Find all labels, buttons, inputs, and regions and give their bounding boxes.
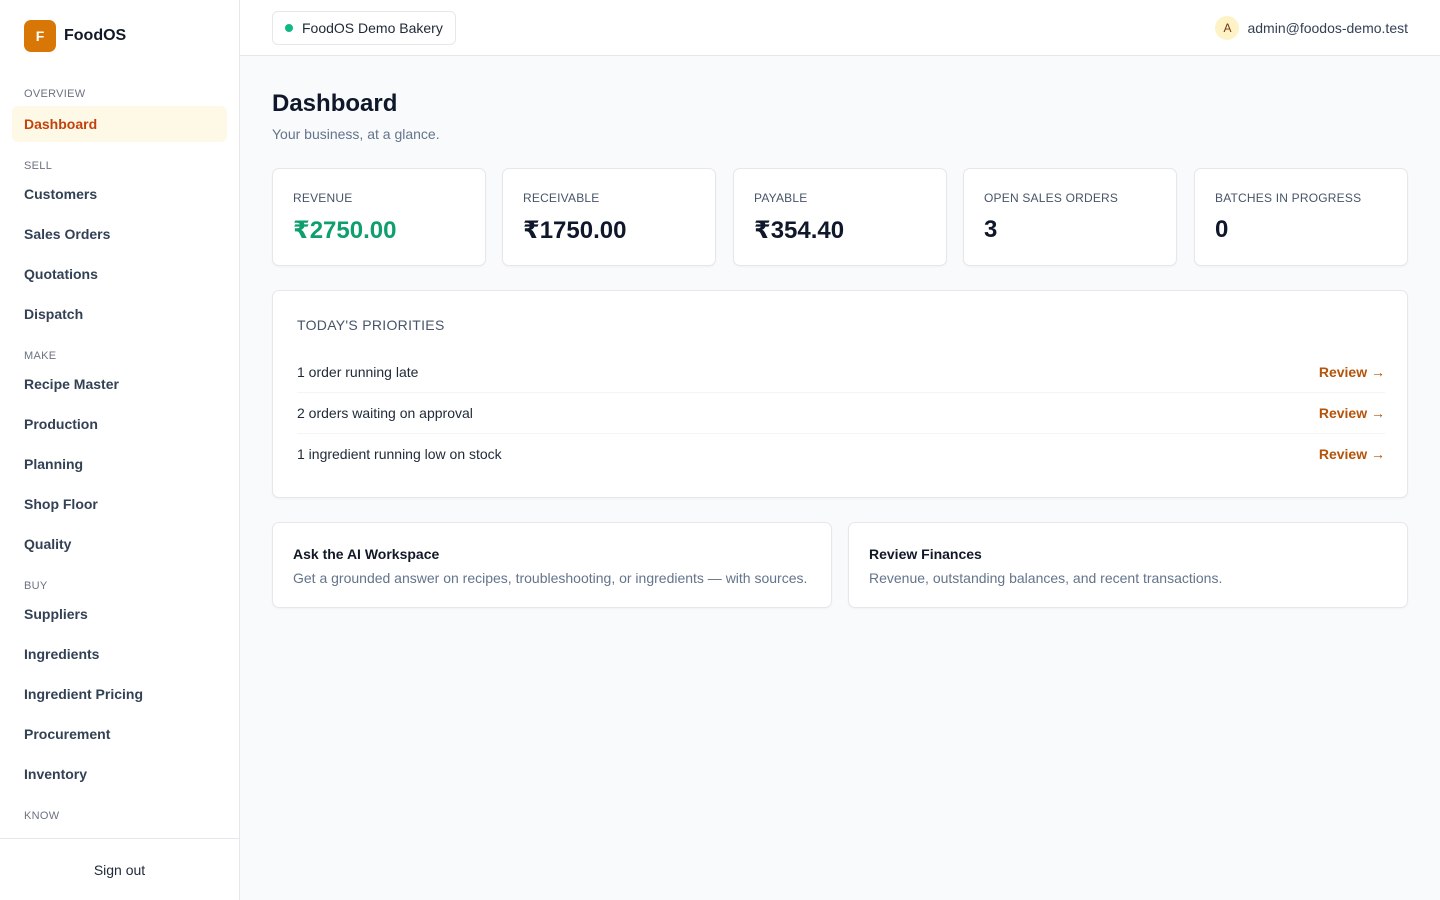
stat-value: 0 <box>1215 216 1229 243</box>
sidebar-item-ingredients[interactable]: Ingredients <box>12 636 227 672</box>
org-switcher[interactable]: FoodOS Demo Bakery <box>272 11 456 45</box>
priority-text: 1 ingredient running low on stock <box>297 446 502 462</box>
avatar: A <box>1215 16 1240 40</box>
sidebar: F FoodOS OVERVIEW Dashboard SELL Custome… <box>0 0 240 900</box>
sidebar-nav: OVERVIEW Dashboard SELL Customers Sales … <box>0 78 239 838</box>
stat-card-revenue: REVENUE ₹2750.00 <box>272 168 486 266</box>
sidebar-item-quality[interactable]: Quality <box>12 526 227 562</box>
review-finances-card[interactable]: Review Finances Revenue, outstanding bal… <box>848 522 1408 608</box>
stat-label: REVENUE <box>293 191 353 205</box>
sidebar-item-shop-floor[interactable]: Shop Floor <box>12 486 227 522</box>
sidebar-item-production[interactable]: Production <box>12 406 227 442</box>
sidebar-item-customers[interactable]: Customers <box>12 176 227 212</box>
page-title: Dashboard <box>272 90 398 117</box>
stat-card-payable: PAYABLE ₹354.40 <box>733 168 947 266</box>
sidebar-item-suppliers[interactable]: Suppliers <box>12 596 227 632</box>
brand[interactable]: F FoodOS <box>24 20 126 52</box>
priorities-list: 1 order running late Review → 2 orders w… <box>297 351 1385 474</box>
sidebar-item-dashboard[interactable]: Dashboard <box>12 106 227 142</box>
top-bar: FoodOS Demo Bakery A admin@foodos-demo.t… <box>240 0 1440 56</box>
nav-section-make: MAKE <box>24 350 57 362</box>
status-dot-icon <box>285 24 293 32</box>
user-email: admin@foodos-demo.test <box>1247 20 1408 36</box>
nav-section-buy: BUY <box>24 580 48 592</box>
page-subtitle: Your business, at a glance. <box>272 126 440 142</box>
stat-value: ₹2750.00 <box>293 217 397 244</box>
sidebar-item-ingredient-pricing[interactable]: Ingredient Pricing <box>12 676 227 712</box>
stat-label: OPEN SALES ORDERS <box>984 191 1119 205</box>
priority-text: 2 orders waiting on approval <box>297 405 473 421</box>
review-link[interactable]: Review → <box>1319 446 1385 462</box>
brand-name: FoodOS <box>64 27 127 44</box>
sidebar-item-inventory[interactable]: Inventory <box>12 756 227 792</box>
sidebar-item-planning[interactable]: Planning <box>12 446 227 482</box>
action-description: Revenue, outstanding balances, and recen… <box>869 570 1223 586</box>
sidebar-item-dispatch[interactable]: Dispatch <box>12 296 227 332</box>
priorities-title: TODAY'S PRIORITIES <box>297 317 445 333</box>
priorities-card: TODAY'S PRIORITIES 1 order running late … <box>272 290 1408 498</box>
stat-card-open-sales-orders: OPEN SALES ORDERS 3 <box>963 168 1177 266</box>
stat-label: BATCHES IN PROGRESS <box>1215 191 1362 205</box>
stat-value: ₹1750.00 <box>523 217 627 244</box>
priority-text: 1 order running late <box>297 363 419 380</box>
stat-value: ₹354.40 <box>754 217 845 244</box>
list-item: 1 order running late Review → <box>297 351 1385 392</box>
action-description: Get a grounded answer on recipes, troubl… <box>293 570 808 586</box>
list-item: 2 orders waiting on approval Review → <box>297 392 1385 433</box>
action-title: Ask the AI Workspace <box>293 546 440 562</box>
nav-section-know: KNOW <box>24 810 60 822</box>
nav-section-overview: OVERVIEW <box>24 88 86 100</box>
stat-card-receivable: RECEIVABLE ₹1750.00 <box>502 168 716 266</box>
sidebar-item-sales-orders[interactable]: Sales Orders <box>12 216 227 252</box>
ai-workspace-card[interactable]: Ask the AI Workspace Get a grounded answ… <box>272 522 832 608</box>
list-item: 1 ingredient running low on stock Review… <box>297 433 1385 474</box>
action-title: Review Finances <box>869 546 982 562</box>
review-link[interactable]: Review → <box>1319 364 1385 380</box>
sidebar-item-quotations[interactable]: Quotations <box>12 256 227 292</box>
user-menu[interactable]: A admin@foodos-demo.test <box>1215 16 1408 40</box>
stat-value: 3 <box>984 216 998 243</box>
stat-card-batches-in-progress: BATCHES IN PROGRESS 0 <box>1194 168 1408 266</box>
sidebar-item-procurement[interactable]: Procurement <box>12 716 227 752</box>
review-link[interactable]: Review → <box>1319 405 1385 421</box>
stat-label: PAYABLE <box>754 191 808 205</box>
stat-label: RECEIVABLE <box>523 191 600 205</box>
sidebar-footer: Sign out <box>0 838 239 900</box>
sign-out-button[interactable]: Sign out <box>94 862 145 878</box>
nav-section-sell: SELL <box>24 160 53 172</box>
sidebar-item-recipe-master[interactable]: Recipe Master <box>12 366 227 402</box>
brand-logo: F <box>24 20 56 52</box>
org-name: FoodOS Demo Bakery <box>302 20 443 36</box>
